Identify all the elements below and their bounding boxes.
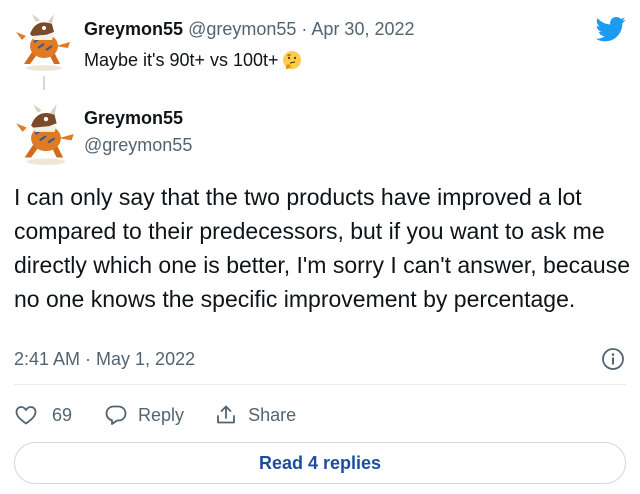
tweet-display-name[interactable]: Greymon55 xyxy=(84,106,183,130)
tweet-text: I can only say that the two products hav… xyxy=(14,184,631,312)
heart-icon xyxy=(15,406,37,425)
like-count: 69 xyxy=(52,404,73,425)
parent-handle[interactable]: @greymon55 xyxy=(188,19,296,39)
tweet-handle[interactable]: @greymon55 xyxy=(84,133,192,157)
divider xyxy=(14,384,626,385)
avatar[interactable] xyxy=(14,12,74,72)
thread-line xyxy=(43,76,45,90)
parent-tweet-header: Greymon55 @greymon55 · Apr 30, 2022 xyxy=(84,18,415,40)
separator-dot: · xyxy=(301,19,308,39)
parent-date[interactable]: Apr 30, 2022 xyxy=(311,19,414,39)
like-button[interactable]: 69 xyxy=(14,403,72,427)
thinking-face-icon xyxy=(282,51,301,69)
avatar[interactable] xyxy=(14,102,78,166)
parent-tweet-text-content: Maybe it's 90t+ vs 100t+ xyxy=(84,50,279,70)
info-icon[interactable] xyxy=(601,347,625,371)
action-bar: 69 Reply Share xyxy=(14,400,296,430)
twitter-bird-icon[interactable] xyxy=(594,14,628,44)
parent-tweet[interactable]: Greymon55 @greymon55 · Apr 30, 2022 Mayb… xyxy=(14,10,594,90)
share-label: Share xyxy=(248,404,297,425)
reply-label: Reply xyxy=(138,404,185,425)
share-icon xyxy=(217,405,235,424)
share-button[interactable]: Share xyxy=(214,403,296,427)
tweet-timestamp[interactable]: 2:41 AM · May 1, 2022 xyxy=(14,347,195,371)
read-replies-button[interactable]: Read 4 replies xyxy=(14,442,626,484)
reply-button[interactable]: Reply xyxy=(104,403,184,427)
parent-display-name[interactable]: Greymon55 xyxy=(84,19,183,39)
parent-tweet-text: Maybe it's 90t+ vs 100t+ xyxy=(84,48,302,72)
reply-bubble-icon xyxy=(105,405,127,425)
